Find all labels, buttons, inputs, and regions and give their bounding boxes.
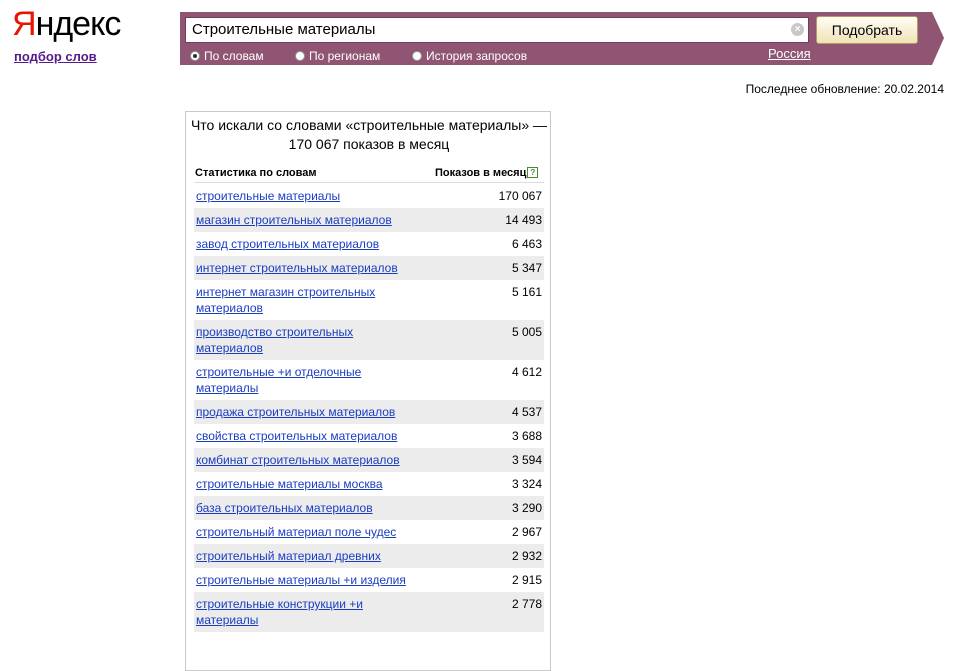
phrase-link[interactable]: интернет магазин строительных материалов [196,284,406,316]
impressions-count: 2 932 [511,549,542,563]
radio-by-words[interactable]: По словам [190,48,264,64]
table-row: строительные конструкции +и материалы 2 7… [194,592,544,632]
last-update: Последнее обновление: 20.02.2014 [745,82,944,96]
search-input[interactable]: Строительные материалы [185,17,809,43]
table-row: интернет строительных материалов 5 347 [194,256,544,280]
logo-rest: ндекс [35,5,122,43]
search-bar-arrow [932,12,944,65]
stats-rows: строительные материалы 170 067 магазин стр… [194,184,544,632]
table-row: строительные материалы 170 067 [194,184,544,208]
impressions-count: 2 778 [511,597,542,611]
radio-icon [295,51,305,61]
phrase-link[interactable]: производство строительных материалов [196,324,406,356]
table-row: магазин строительных материалов 14 493 [194,208,544,232]
phrase-link[interactable]: строительный материал поле чудес [196,524,406,540]
search-button[interactable]: Подобрать [816,16,918,44]
table-row: строительные материалы москва 3 324 [194,472,544,496]
phrase-link[interactable]: завод строительных материалов [196,236,406,252]
phrase-link[interactable]: магазин строительных материалов [196,212,406,228]
region-link[interactable]: Россия [768,46,811,61]
phrase-link[interactable]: интернет строительных материалов [196,260,406,276]
phrase-link[interactable]: строительные материалы +и изделия [196,572,406,588]
header-divider [194,182,544,183]
radio-icon [412,51,422,61]
impressions-count: 3 594 [511,453,542,467]
column-header-count: Показов в месяц? [435,167,539,179]
radio-label: По регионам [309,49,381,63]
logo-first-letter: Я [12,5,37,43]
table-row: производство строительных материалов 5 00… [194,320,544,360]
phrase-link[interactable]: строительные +и отделочные материалы [196,364,406,396]
table-row: строительные +и отделочные материалы 4 61… [194,360,544,400]
impressions-count: 6 463 [511,237,542,251]
impressions-count: 2 967 [511,525,542,539]
table-row: продажа строительных материалов 4 537 [194,400,544,424]
radio-by-regions[interactable]: По регионам [295,48,380,64]
phrase-link[interactable]: строительные материалы москва [196,476,406,492]
impressions-count: 3 290 [511,501,542,515]
phrase-link[interactable]: комбинат строительных материалов [196,452,406,468]
impressions-count: 5 005 [511,325,542,339]
wordstat-service-link[interactable]: подбор слов [14,49,97,64]
radio-checked-icon [190,51,200,61]
phrase-link[interactable]: свойства строительных материалов [196,428,406,444]
table-row: строительный материал древних 2 932 [194,544,544,568]
impressions-count: 170 067 [498,189,542,203]
phrase-link[interactable]: строительные конструкции +и материалы [196,596,406,628]
table-row: свойства строительных материалов 3 688 [194,424,544,448]
table-row: завод строительных материалов 6 463 [194,232,544,256]
impressions-count: 5 161 [511,285,542,299]
table-row: комбинат строительных материалов 3 594 [194,448,544,472]
help-icon[interactable]: ? [527,167,539,178]
radio-label: История запросов [426,49,528,63]
impressions-count: 5 347 [511,261,542,275]
impressions-count: 3 324 [511,477,542,491]
table-row: строительный материал поле чудес 2 967 [194,520,544,544]
column-header-count-label: Показов в месяц [435,167,527,179]
radio-query-history[interactable]: История запросов [412,48,527,64]
panel-title: Что искали со словами «строительные мате… [190,117,548,152]
impressions-count: 4 537 [511,405,542,419]
impressions-count: 2 915 [511,573,542,587]
yandex-logo[interactable]: Яндекс [12,4,122,44]
phrase-link[interactable]: строительные материалы [196,188,406,204]
clear-icon[interactable]: × [791,23,804,36]
phrase-link[interactable]: база строительных материалов [196,500,406,516]
table-row: строительные материалы +и изделия 2 915 [194,568,544,592]
impressions-count: 4 612 [511,365,542,379]
table-row: интернет магазин строительных материалов… [194,280,544,320]
stats-panel: Что искали со словами «строительные мате… [185,111,551,671]
table-row: база строительных материалов 3 290 [194,496,544,520]
phrase-link[interactable]: продажа строительных материалов [196,404,406,420]
impressions-count: 14 493 [505,213,542,227]
impressions-count: 3 688 [511,429,542,443]
phrase-link[interactable]: строительный материал древних [196,548,406,564]
radio-label: По словам [204,49,264,63]
column-header-words: Статистика по словам [195,167,317,179]
